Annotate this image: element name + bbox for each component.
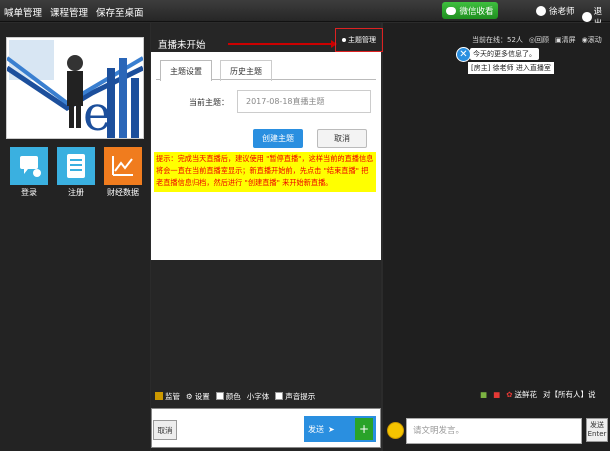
live-status-title: 直播未开始 xyxy=(158,40,206,51)
android-icon[interactable]: ■ xyxy=(480,390,487,399)
clear-button[interactable]: ▣清屏 xyxy=(555,35,576,45)
color-button[interactable]: 颜色 xyxy=(215,391,241,402)
add-icon[interactable]: + xyxy=(355,418,373,440)
wechat-watch-button[interactable]: 微信收看 xyxy=(442,2,498,19)
theme-dialog: 主题设置 历史主题 当前主题： 2017-08-18直播主题 创建主题 取消 提… xyxy=(151,52,381,260)
create-theme-button[interactable]: 创建主题 xyxy=(253,129,303,148)
finance-data-tile[interactable] xyxy=(104,147,142,185)
chat-input[interactable]: 请文明发言。 xyxy=(406,418,582,444)
gift-icon[interactable]: ■ xyxy=(493,390,500,399)
paper-plane-icon: ➤ xyxy=(328,424,335,434)
user-icon xyxy=(536,6,546,16)
left-panel: e xyxy=(0,23,150,451)
top-bar: 喊单管理 课程管理 保存至桌面 xyxy=(0,0,610,22)
banner-image: e xyxy=(5,37,145,142)
chart-icon xyxy=(104,147,142,185)
checkbox-icon xyxy=(275,392,284,400)
center-toolbar: 监管 ⚙ 设置 颜色 小字体 声音提示 xyxy=(151,386,381,406)
scroll-toggle[interactable]: ◉滚动 xyxy=(582,35,602,45)
settings-button[interactable]: ⚙ 设置 xyxy=(186,391,210,402)
small-font-button[interactable]: 小字体 xyxy=(247,391,270,402)
user-name: 徐老师 xyxy=(549,7,575,17)
recipient-select[interactable]: 对【所有人】说 xyxy=(543,389,596,400)
tip-text: 提示：完成当天直播后，建议使用 "暂停直播"，这样当前的直播信息将会一直在当前直… xyxy=(154,152,376,192)
wechat-label: 微信收看 xyxy=(459,6,494,17)
dialog-tabs: 主题设置 历史主题 xyxy=(156,60,376,81)
tab-theme-settings[interactable]: 主题设置 xyxy=(160,60,212,81)
monitor-button[interactable]: 监管 xyxy=(155,391,180,402)
color-icon xyxy=(215,392,224,400)
svg-text:e: e xyxy=(83,86,111,138)
online-bar: 当前在线：52人 ◎回顾 ▣清屏 ◉滚动 xyxy=(472,35,602,45)
current-theme-input[interactable]: 2017-08-18直播主题 xyxy=(237,90,371,113)
annotation-arrow xyxy=(228,40,337,48)
cancel-button[interactable]: 取消 xyxy=(317,129,367,148)
gear-icon: ⚙ xyxy=(186,391,193,401)
theme-manage-label: 主题管理 xyxy=(348,36,376,44)
power-icon xyxy=(582,12,592,22)
flower-icon: ✿ xyxy=(506,390,513,399)
finance-data-label: 财经数据 xyxy=(107,188,139,197)
chat-message: 今天的更多信息了。 xyxy=(470,48,539,60)
register-tile[interactable] xyxy=(57,147,95,185)
list-icon xyxy=(57,147,95,185)
review-button[interactable]: ◎回顾 xyxy=(529,35,549,45)
sound-toggle[interactable]: 声音提示 xyxy=(275,391,315,402)
tab-history-themes[interactable]: 历史主题 xyxy=(220,60,272,81)
menu-call-manage[interactable]: 喊单管理 xyxy=(4,5,42,19)
compose-send-label: 发送 xyxy=(308,424,324,434)
chat-message: [房主] 徐老师 进入直播室 xyxy=(468,62,554,74)
login-label: 登录 xyxy=(21,188,37,197)
chat-icon xyxy=(10,147,48,185)
theme-manage-button[interactable]: 主题管理 xyxy=(335,28,383,52)
current-theme-label: 当前主题： xyxy=(189,98,229,107)
right-panel xyxy=(383,23,610,451)
login-tile[interactable] xyxy=(10,147,48,185)
send-flowers-button[interactable]: ✿ 送鲜花 xyxy=(506,389,537,400)
close-icon[interactable]: ✕ xyxy=(456,47,471,62)
right-toolbar: ■ ■ ✿ 送鲜花 对【所有人】说 xyxy=(480,389,595,400)
register-label: 注册 xyxy=(68,188,84,197)
user-menu[interactable]: 徐老师 xyxy=(536,5,575,17)
theme-manage-icon xyxy=(342,38,346,42)
online-count: 当前在线：52人 xyxy=(472,36,523,44)
top-menu: 喊单管理 课程管理 保存至桌面 xyxy=(4,5,144,19)
emoji-icon[interactable] xyxy=(387,422,404,439)
chat-send-button[interactable]: 发送 Enter xyxy=(586,418,608,442)
wechat-icon xyxy=(446,6,457,15)
menu-course-manage[interactable]: 课程管理 xyxy=(50,5,88,19)
compose-cancel-button[interactable]: 取消 xyxy=(153,420,177,440)
menu-save-desktop[interactable]: 保存至桌面 xyxy=(96,5,144,19)
monitor-icon xyxy=(155,392,163,400)
banner-graphic: e xyxy=(5,38,145,142)
